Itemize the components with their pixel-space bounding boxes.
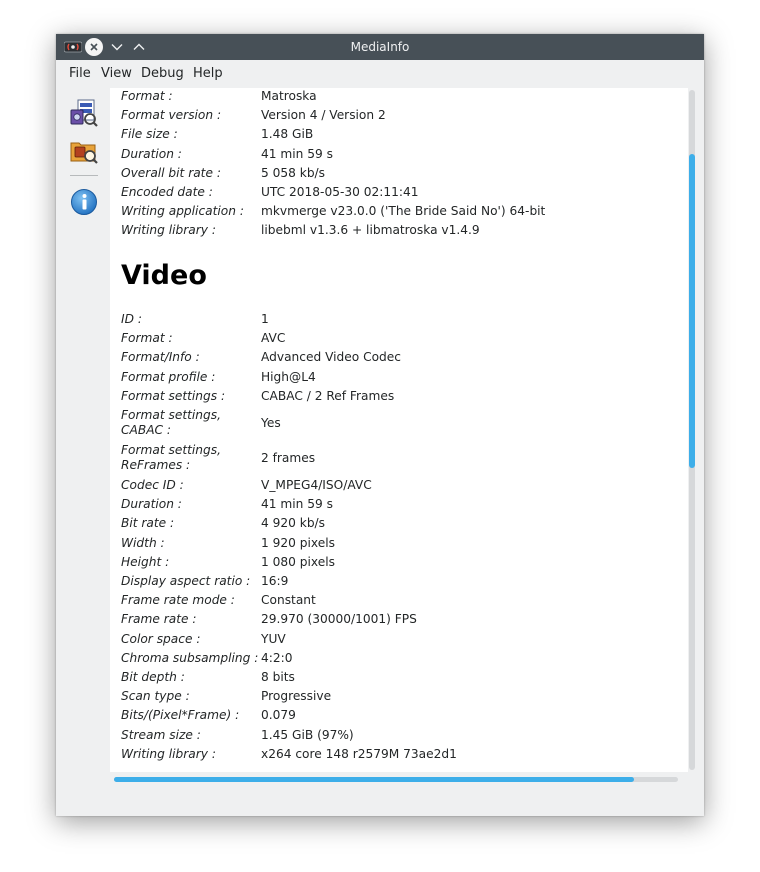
info-row-label: Bit depth :	[121, 670, 185, 684]
info-row-value: 41 min 59 s	[261, 497, 333, 512]
info-row-label: Format :	[121, 331, 173, 346]
info-row-value: Matroska	[261, 89, 317, 103]
info-row-value: 16:9	[261, 574, 289, 588]
info-row-value: Constant	[261, 593, 316, 608]
maximize-icon[interactable]	[129, 37, 149, 57]
info-row-label: Scan type :	[121, 689, 190, 704]
info-row-label: Writing application :	[121, 204, 244, 219]
info-row-label: Bit rate :	[121, 516, 175, 531]
info-row-label: Frame rate :	[121, 612, 197, 627]
info-row-label: Overall bit rate :	[121, 165, 221, 180]
info-row-value: 1 920 pixels	[261, 535, 335, 550]
info-row-value: Yes	[261, 416, 281, 430]
info-row-label: Format settings :	[121, 388, 226, 403]
info-row-value: libebml v1.3.6 + libmatroska v1.4.9	[261, 223, 480, 238]
info-row-label: Format version :	[121, 108, 222, 123]
close-icon[interactable]	[85, 38, 103, 56]
info-row-value: 4:2:0	[261, 650, 293, 665]
info-row-value: YUV	[261, 631, 286, 646]
info-row-label: File size :	[121, 127, 178, 142]
menu-debug[interactable]: Debug	[139, 66, 186, 81]
info-row-value: 1 080 pixels	[261, 554, 335, 569]
menu-view[interactable]: View	[99, 66, 134, 81]
info-row-value: 1.48 GiB	[261, 127, 314, 142]
info-row-value: Progressive	[261, 689, 332, 704]
info-row-label: Format profile :	[121, 369, 216, 384]
info-row-label: Duration :	[121, 497, 182, 512]
main-window: MediaInfo File View Debug Help Format: …	[56, 34, 704, 816]
info-row-value: High@L4	[261, 369, 316, 384]
info-row-label: Writing library :	[121, 746, 216, 761]
info-row-value: UTC 2018-05-30 02:11:41	[261, 185, 419, 199]
info-row-value: 41 min 59 s	[261, 146, 333, 161]
info-view[interactable]: Format : Matroska Format version : Version …	[110, 88, 688, 772]
info-row-label: Format/Info :	[121, 350, 200, 365]
app-icon[interactable]	[63, 37, 83, 57]
minimize-icon[interactable]	[107, 37, 127, 57]
info-icon[interactable]	[68, 186, 100, 218]
info-row-value: 4 920 kb/s	[261, 516, 326, 531]
info-row-label: Display aspect ratio :	[121, 574, 251, 588]
info-row-label: Encoded date :	[121, 185, 213, 199]
side-toolbar	[56, 92, 110, 232]
vertical-scrollbar[interactable]	[688, 88, 696, 772]
info-row-label: Duration :	[121, 146, 182, 161]
info-row-value: 29.970 (30000/1001) FPS	[261, 612, 417, 627]
info-row-value: CABAC / 2 Ref Frames	[261, 388, 395, 403]
info-row-value: x264 core 148 r2579M 73ae2d1	[261, 746, 457, 761]
info-row-value: 1	[261, 312, 269, 326]
vertical-scroll-thumb[interactable]	[689, 154, 695, 468]
info-row-value: AVC	[261, 331, 286, 346]
info-row: Format settings, CABAC : Yes	[121, 408, 681, 440]
menu-help[interactable]: Help	[191, 66, 225, 81]
info-row-label: Width :	[121, 535, 165, 550]
video-section-title: Video	[121, 260, 207, 291]
open-folder-icon[interactable]	[68, 134, 100, 166]
info-row-value: 0.079	[261, 708, 296, 723]
info-row-value: V_MPEG4/ISO/AVC	[261, 478, 372, 492]
horizontal-scroll-thumb[interactable]	[114, 777, 634, 782]
info-row-label: Bits/(Pixel*Frame) :	[121, 708, 240, 723]
info-row: Format settings, ReFrames : 2 frames	[121, 443, 681, 475]
info-row-value: 5 058 kb/s	[261, 165, 326, 180]
menu-file[interactable]: File	[67, 66, 93, 81]
info-row-label: Chroma subsampling :	[121, 650, 259, 665]
info-row-label: Writing library :	[121, 223, 216, 238]
horizontal-scrollbar[interactable]	[110, 775, 682, 783]
menu-bar: File View Debug Help	[56, 60, 704, 88]
info-row-value: Advanced Video Codec	[261, 350, 401, 365]
info-row-label: Format settings, ReFrames :	[121, 443, 221, 472]
info-row-value: Version 4 / Version 2	[261, 108, 386, 123]
window-title: MediaInfo	[350, 40, 410, 54]
info-row-value: 2 frames	[261, 451, 316, 465]
info-row-label: Stream size :	[121, 727, 201, 742]
info-row-label: Format :	[121, 89, 173, 103]
info-row-label: Format settings, CABAC :	[121, 408, 221, 437]
info-row-value: 1.45 GiB (97%)	[261, 727, 354, 742]
info-row-label: Color space :	[121, 631, 201, 646]
open-file-icon[interactable]	[68, 96, 100, 128]
info-row-label: ID :	[121, 312, 142, 326]
info-row-label: Codec ID :	[121, 478, 184, 492]
title-bar[interactable]: MediaInfo	[56, 34, 704, 60]
info-row-value: mkvmerge v23.0.0 ('The Bride Said No') 6…	[261, 204, 546, 219]
info-row-label: Height :	[121, 554, 170, 569]
info-row-value: 8 bits	[261, 670, 295, 684]
info-row-label: Frame rate mode :	[121, 593, 235, 608]
toolbar-separator	[70, 175, 98, 176]
